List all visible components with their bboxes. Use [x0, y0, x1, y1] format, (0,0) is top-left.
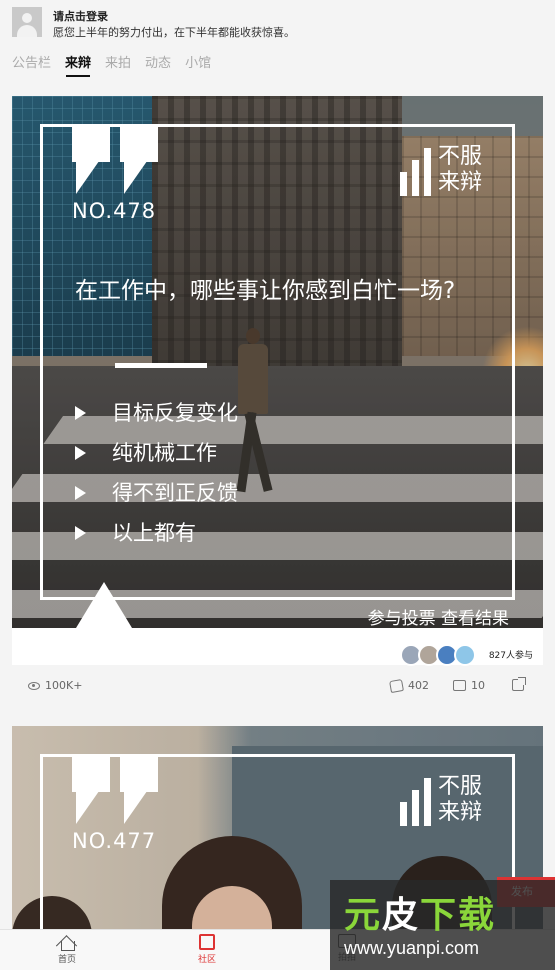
- watermark-logo: 元皮下载: [344, 895, 497, 936]
- view-count-text: 100K+: [45, 679, 83, 692]
- comment-count: 10: [471, 679, 485, 692]
- quote-mark-icon: [72, 754, 162, 824]
- question-underline: [115, 363, 207, 368]
- home-icon: [58, 934, 76, 951]
- share-button[interactable]: [512, 677, 529, 691]
- nav-community-label: 社区: [197, 955, 216, 965]
- header: 请点击登录 愿您上半年的努力付出，在下半年都能收获惊喜。: [0, 0, 555, 44]
- brand-line-2: 来辩: [438, 170, 483, 195]
- corner-triangle: [76, 582, 132, 628]
- brand-logo: 不服 来辩: [400, 772, 500, 832]
- brand-line-2: 来辩: [438, 800, 483, 825]
- nav-home[interactable]: 首页: [37, 934, 97, 965]
- watermark: 元皮下载 www.yuanpi.com: [330, 880, 555, 970]
- brand-line-1: 不服: [438, 774, 483, 799]
- issue-number: NO.478: [72, 199, 157, 223]
- play-arrow-icon: [75, 486, 86, 500]
- option-item[interactable]: 目标反复变化: [75, 396, 238, 436]
- bars-icon: [400, 148, 434, 196]
- option-item[interactable]: 得不到正反馈: [75, 476, 238, 516]
- option-list: 目标反复变化 纯机械工作 得不到正反馈 以上都有: [75, 396, 238, 556]
- card-stats: 100K+ 402 10: [12, 675, 543, 699]
- like-count: 402: [408, 679, 429, 692]
- issue-number: NO.477: [72, 829, 157, 853]
- quote-mark-icon: [72, 124, 162, 194]
- watermark-url: www.yuanpi.com: [344, 938, 480, 958]
- nav-community[interactable]: 社区: [177, 934, 237, 965]
- share-icon: [512, 677, 526, 691]
- card-footer: 827人参与: [12, 628, 543, 666]
- brand-logo: 不服 来辩: [400, 142, 500, 202]
- comment-icon: [453, 680, 466, 691]
- avatar[interactable]: [12, 7, 42, 37]
- app-root: 请点击登录 愿您上半年的努力付出，在下半年都能收获惊喜。 公告栏 来辩 来拍 动…: [0, 0, 555, 970]
- category-tabs: 公告栏 来辩 来拍 动态 小馆: [12, 55, 225, 79]
- option-label: 得不到正反馈: [112, 481, 238, 505]
- tab-debate[interactable]: 来辩: [65, 55, 91, 77]
- participant-avatars: [400, 644, 476, 666]
- debate-question: 在工作中，哪些事让你感到白忙一场?: [75, 278, 456, 304]
- option-item[interactable]: 以上都有: [75, 516, 238, 556]
- play-arrow-icon: [75, 446, 86, 460]
- participant-avatar: [454, 644, 476, 666]
- option-label: 以上都有: [112, 521, 196, 545]
- participant-count: 827人参与: [488, 651, 533, 661]
- avatar-body-shape: [17, 25, 37, 37]
- view-count: 100K+: [28, 679, 82, 692]
- debate-card-image[interactable]: NO.478 不服 来辩 在工作中，哪些事让你感到白忙一场? 目标反复变化 纯机…: [12, 96, 543, 628]
- community-icon: [199, 934, 215, 950]
- tab-bulletin[interactable]: 公告栏: [12, 55, 51, 77]
- comment-button[interactable]: 10: [453, 679, 485, 692]
- thumbs-up-icon: [389, 678, 404, 693]
- bars-icon: [400, 778, 434, 826]
- greeting-text: 愿您上半年的努力付出，在下半年都能收获惊喜。: [53, 26, 295, 39]
- play-arrow-icon: [75, 406, 86, 420]
- eye-icon: [28, 681, 40, 690]
- avatar-head-shape: [22, 13, 32, 23]
- option-item[interactable]: 纯机械工作: [75, 436, 238, 476]
- brand-line-1: 不服: [438, 144, 483, 169]
- option-label: 纯机械工作: [112, 441, 217, 465]
- play-arrow-icon: [75, 526, 86, 540]
- option-label: 目标反复变化: [112, 401, 238, 425]
- tab-shop[interactable]: 小馆: [185, 55, 211, 77]
- vote-link[interactable]: 参与投票 查看结果: [368, 604, 509, 628]
- tab-feed[interactable]: 动态: [145, 55, 171, 77]
- tab-shoot[interactable]: 来拍: [105, 55, 131, 77]
- login-link[interactable]: 请点击登录: [53, 8, 108, 24]
- like-button[interactable]: 402: [389, 678, 429, 693]
